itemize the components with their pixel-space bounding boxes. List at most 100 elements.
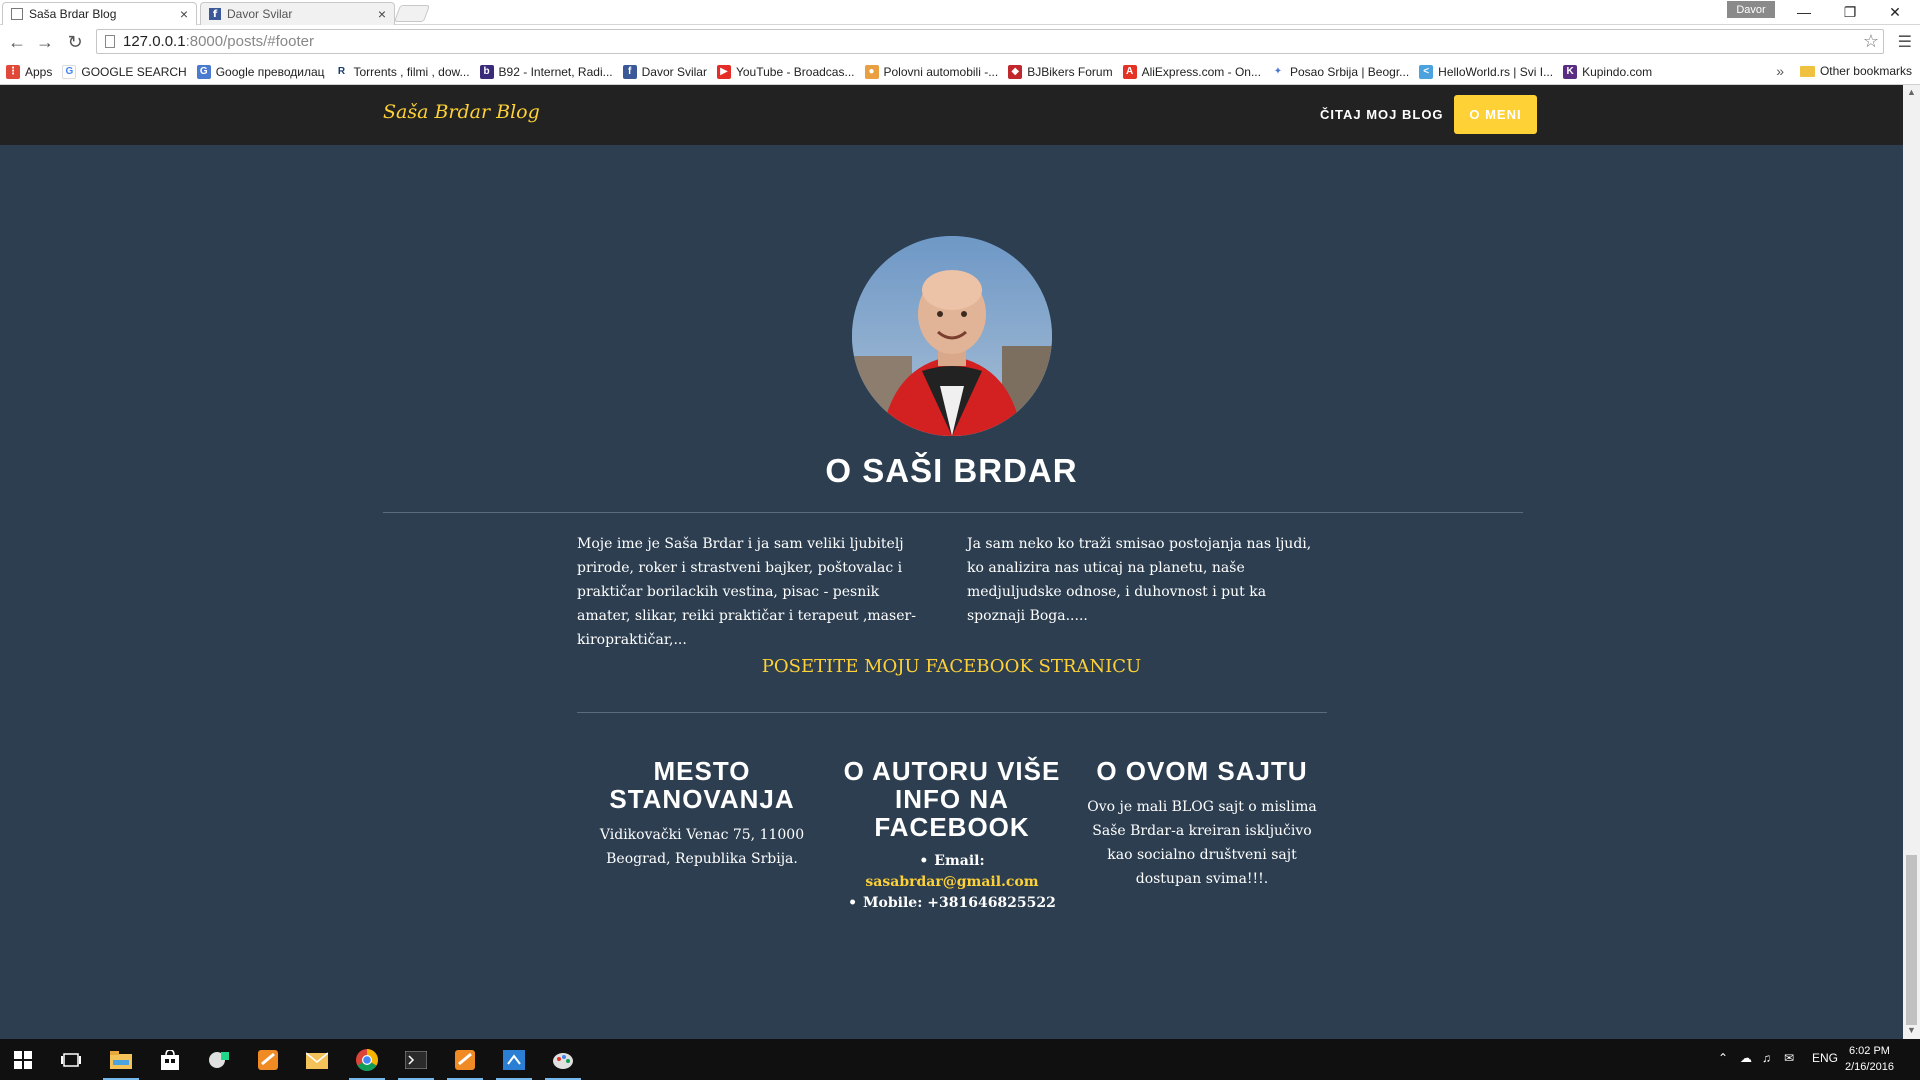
window-close-button[interactable]: ✕ [1875,2,1915,22]
email-link[interactable]: sasabrdar@gmail.com [837,872,1067,893]
footer-location: MESTO STANOVANJA Vidikovački Venac 75, 1… [587,757,817,871]
location-title: MESTO STANOVANJA [609,756,795,814]
author-avatar [852,236,1052,436]
bookmark-apps[interactable]: ⋮ Apps [6,64,52,79]
url-path: :8000/posts/#footer [185,33,314,50]
bookmark-helloworld[interactable]: < HelloWorld.rs | Svi I... [1419,64,1553,79]
bookmarks-bar: ⋮ Apps G GOOGLE SEARCH G Google преводилац … [0,59,1920,85]
youtube-icon: ▶ [716,64,731,79]
browser-tabstrip: Saša Brdar Blog × f Davor Svilar × Davor… [0,0,1920,25]
bookmark-posao-srbija[interactable]: ✦ Posao Srbija | Beogr... [1270,64,1409,79]
forward-button[interactable]: → [32,30,58,54]
bookmark-star-icon[interactable]: ☆ [1863,31,1879,52]
terminal-icon[interactable] [401,1045,431,1075]
windows-start-icon[interactable] [8,1045,38,1075]
folder-icon [1799,65,1815,77]
browser-toolbar: ← → ↻ 127.0.0.1:8000/posts/#footer ☆ ☰ [0,25,1920,59]
bookmark-bjbikers[interactable]: ◆ BJBikers Forum [1008,64,1113,79]
address-bar[interactable]: 127.0.0.1:8000/posts/#footer ☆ [96,29,1884,54]
bookmark-kupindo[interactable]: K Kupindo.com [1563,64,1652,79]
scroll-down-icon[interactable]: ▼ [1907,1025,1916,1035]
footer-divider [577,712,1327,713]
r-icon: R [334,64,349,79]
sublime-window-icon[interactable] [450,1045,480,1075]
scroll-up-icon[interactable]: ▲ [1907,87,1916,97]
new-tab-button[interactable] [393,5,431,22]
about-site-title: O OVOM SAJTU [1096,756,1308,786]
show-hidden-icons-icon[interactable]: ⌃ [1718,1051,1728,1065]
google-icon: G [62,64,77,79]
kupindo-icon: K [1563,64,1578,79]
about-site-text: Ovo je mali BLOG sajt o mislima Saše Brd… [1087,799,1317,887]
system-clock[interactable]: 6:02 PM 2/16/2016 [1845,1043,1894,1075]
bookmark-aliexpress[interactable]: A AliExpress.com - On... [1122,64,1261,79]
close-icon[interactable]: × [180,6,188,22]
location-address: Vidikovački Venac 75, 11000 Beograd, Rep… [599,827,805,867]
app-blue-icon[interactable] [499,1045,529,1075]
bookmark-davor-svilar[interactable]: f Davor Svilar [622,64,707,79]
tab-title: Davor Svilar [227,7,293,21]
chrome-menu-icon[interactable]: ☰ [1898,32,1912,52]
restore-button[interactable]: ❐ [1830,2,1870,22]
bullet-icon: • [848,895,858,911]
language-indicator[interactable]: ENG [1812,1051,1838,1065]
about-title: O SAŠI BRDAR [825,452,1078,489]
scroll-thumb[interactable] [1906,855,1917,1025]
paint-icon[interactable] [548,1045,578,1075]
site-navbar: Saša Brdar Blog ČITAJ MOJ BLOG O MENI [0,85,1903,145]
page-icon [105,35,115,48]
store-icon[interactable] [155,1045,185,1075]
chrome-icon[interactable] [352,1045,382,1075]
bullet-icon: • [919,853,929,869]
bookmark-google-search[interactable]: G GOOGLE SEARCH [62,64,187,79]
mobile-number: Mobile: +381646825522 [863,895,1056,911]
minimize-button[interactable]: — [1784,2,1824,22]
tab-davor-svilar[interactable]: f Davor Svilar × [200,2,395,25]
notifications-icon[interactable]: ✉ [1784,1051,1794,1065]
about-section: O SAŠI BRDAR Moje ime je Saša Brdar i ja… [0,145,1903,1039]
close-icon[interactable]: × [378,6,386,22]
runner-icon: ✦ [1270,64,1285,79]
apps-grid-icon: ⋮ [6,64,20,79]
bookmark-youtube[interactable]: ▶ YouTube - Broadcas... [716,64,855,79]
back-button[interactable]: ← [4,30,30,54]
aliexpress-icon: A [1122,64,1137,79]
mobile-item: • Mobile: +381646825522 [837,893,1067,914]
tab-title: Saša Brdar Blog [29,7,117,21]
page-scrollbar[interactable]: ▲ ▼ [1903,85,1920,1039]
email-item: • Email: sasabrdar@gmail.com [837,851,1067,893]
bookmark-polovni-automobili[interactable]: ● Polovni automobili -... [864,64,998,79]
task-view-icon[interactable] [56,1045,86,1075]
author-photo [852,236,1052,436]
pycharm-icon[interactable] [204,1045,234,1075]
profile-button[interactable]: Davor [1727,1,1775,18]
bookmark-b92[interactable]: b B92 - Internet, Radi... [479,64,613,79]
site-brand[interactable]: Saša Brdar Blog [383,101,540,123]
onedrive-icon[interactable]: ☁ [1740,1051,1752,1065]
chevron-more-icon[interactable]: » [1776,63,1784,79]
facebook-page-link: POSETITE MOJU FACEBOOK STRANICU [0,656,1903,677]
facebook-icon: f [622,64,637,79]
other-bookmarks[interactable]: Other bookmarks [1799,64,1912,78]
sublime-icon[interactable] [253,1045,283,1075]
tab-sasa-brdar-blog[interactable]: Saša Brdar Blog × [2,2,197,25]
file-explorer-icon[interactable] [106,1045,136,1075]
volume-icon[interactable]: ♫ [1762,1051,1771,1065]
author-title: O AUTORU VIŠE INFO NA FACEBOOK [843,756,1061,842]
nav-button-about-me[interactable]: O MENI [1454,95,1537,134]
clock-time: 6:02 PM [1848,1045,1890,1057]
car-icon: ● [864,64,879,79]
facebook-page-link-text[interactable]: POSETITE MOJU FACEBOOK STRANICU [762,656,1141,677]
mail-icon[interactable] [302,1045,332,1075]
bookmark-torrents[interactable]: R Torrents , filmi , dow... [334,64,470,79]
nav-link-read-blog[interactable]: ČITAJ MOJ BLOG [1320,107,1444,122]
bookmark-google-translate[interactable]: G Google преводилац [196,64,325,79]
b92-icon: b [479,64,494,79]
translate-icon: G [196,64,211,79]
url-host: 127.0.0.1 [123,33,186,50]
clock-date: 2/16/2016 [1845,1061,1894,1073]
windows-taskbar: ⌃ ☁ ♫ ✉ ENG 6:02 PM 2/16/2016 [0,1039,1920,1080]
shield-icon: ◆ [1008,64,1023,79]
contact-list: • Email: sasabrdar@gmail.com • Mobile: +38… [837,851,1067,914]
reload-button[interactable]: ↻ [62,30,88,54]
